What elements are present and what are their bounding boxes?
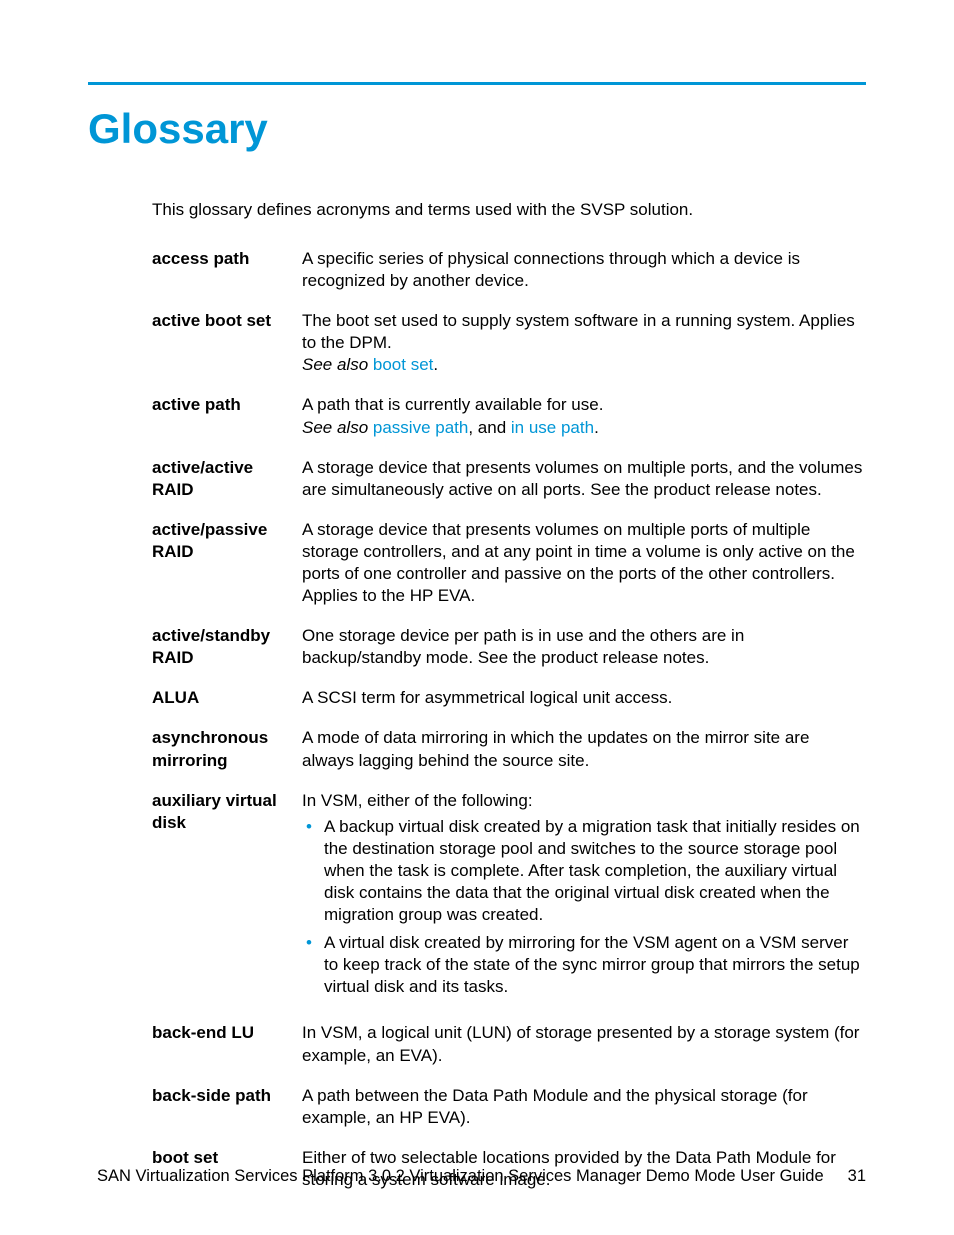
glossary-term: ALUA	[152, 687, 302, 709]
glossary-definition: A storage device that presents volumes o…	[302, 457, 866, 501]
glossary-entry: active boot setThe boot set used to supp…	[152, 310, 866, 376]
glossary-term: active path	[152, 394, 302, 416]
glossary-definition: A storage device that presents volumes o…	[302, 519, 866, 607]
footer-doc-title: SAN Virtualization Services Platform 3.0…	[97, 1167, 824, 1185]
intro-paragraph: This glossary defines acronyms and terms…	[152, 199, 866, 222]
glossary-definition: A specific series of physical connection…	[302, 248, 866, 292]
document-page: Glossary This glossary defines acronyms …	[88, 82, 866, 1175]
see-also: See also boot set.	[302, 354, 866, 376]
glossary-term: active boot set	[152, 310, 302, 332]
definition-bullet: A backup virtual disk created by a migra…	[302, 816, 866, 926]
page-title: Glossary	[88, 105, 866, 153]
header-rule	[88, 82, 866, 85]
glossary-entry: access pathA specific series of physical…	[152, 248, 866, 292]
glossary-term: active/passive RAID	[152, 519, 302, 563]
glossary-entry: auxiliary virtual diskIn VSM, either of …	[152, 790, 866, 1005]
glossary-definition: A path that is currently available for u…	[302, 394, 866, 438]
glossary-entry: back-end LUIn VSM, a logical unit (LUN) …	[152, 1022, 866, 1066]
glossary-term: back-end LU	[152, 1022, 302, 1044]
glossary-term: active/active RAID	[152, 457, 302, 501]
glossary-entry: active/active RAIDA storage device that …	[152, 457, 866, 501]
definition-text: A path that is currently available for u…	[302, 394, 866, 416]
glossary-term: back-side path	[152, 1085, 302, 1107]
glossary-definition: A mode of data mirroring in which the up…	[302, 727, 866, 771]
glossary-entry: active/passive RAIDA storage device that…	[152, 519, 866, 607]
see-also-link[interactable]: in use path	[511, 418, 594, 437]
glossary-definition: A SCSI term for asymmetrical logical uni…	[302, 687, 866, 709]
see-also-link[interactable]: passive path	[373, 418, 468, 437]
definition-text: A specific series of physical connection…	[302, 248, 866, 292]
see-also-label: See also	[302, 355, 373, 374]
page-footer: SAN Virtualization Services Platform 3.0…	[88, 1165, 866, 1187]
definition-text: In VSM, either of the following:	[302, 790, 866, 812]
glossary-term: auxiliary virtual disk	[152, 790, 302, 834]
glossary-term: active/standby RAID	[152, 625, 302, 669]
glossary-entry: asynchronous mirroringA mode of data mir…	[152, 727, 866, 771]
glossary-definition: In VSM, a logical unit (LUN) of storage …	[302, 1022, 866, 1066]
glossary-list: access pathA specific series of physical…	[152, 248, 866, 1191]
definition-bullet-list: A backup virtual disk created by a migra…	[302, 816, 866, 999]
definition-text: A path between the Data Path Module and …	[302, 1085, 866, 1129]
glossary-term: asynchronous mirroring	[152, 727, 302, 771]
glossary-definition: One storage device per path is in use an…	[302, 625, 866, 669]
footer-page-number: 31	[848, 1167, 866, 1185]
definition-text: The boot set used to supply system softw…	[302, 310, 866, 354]
glossary-entry: active/standby RAIDOne storage device pe…	[152, 625, 866, 669]
definition-text: A mode of data mirroring in which the up…	[302, 727, 866, 771]
definition-text: A SCSI term for asymmetrical logical uni…	[302, 687, 866, 709]
definition-text: A storage device that presents volumes o…	[302, 457, 866, 501]
definition-bullet: A virtual disk created by mirroring for …	[302, 932, 866, 998]
definition-text: A storage device that presents volumes o…	[302, 519, 866, 607]
glossary-entry: ALUAA SCSI term for asymmetrical logical…	[152, 687, 866, 709]
glossary-entry: back-side pathA path between the Data Pa…	[152, 1085, 866, 1129]
see-also-label: See also	[302, 418, 373, 437]
glossary-term: access path	[152, 248, 302, 270]
see-also: See also passive path, and in use path.	[302, 417, 866, 439]
definition-text: In VSM, a logical unit (LUN) of storage …	[302, 1022, 866, 1066]
see-also-link[interactable]: boot set	[373, 355, 434, 374]
glossary-definition: The boot set used to supply system softw…	[302, 310, 866, 376]
glossary-entry: active pathA path that is currently avai…	[152, 394, 866, 438]
glossary-definition: A path between the Data Path Module and …	[302, 1085, 866, 1129]
definition-text: One storage device per path is in use an…	[302, 625, 866, 669]
glossary-definition: In VSM, either of the following: A backup…	[302, 790, 866, 1005]
